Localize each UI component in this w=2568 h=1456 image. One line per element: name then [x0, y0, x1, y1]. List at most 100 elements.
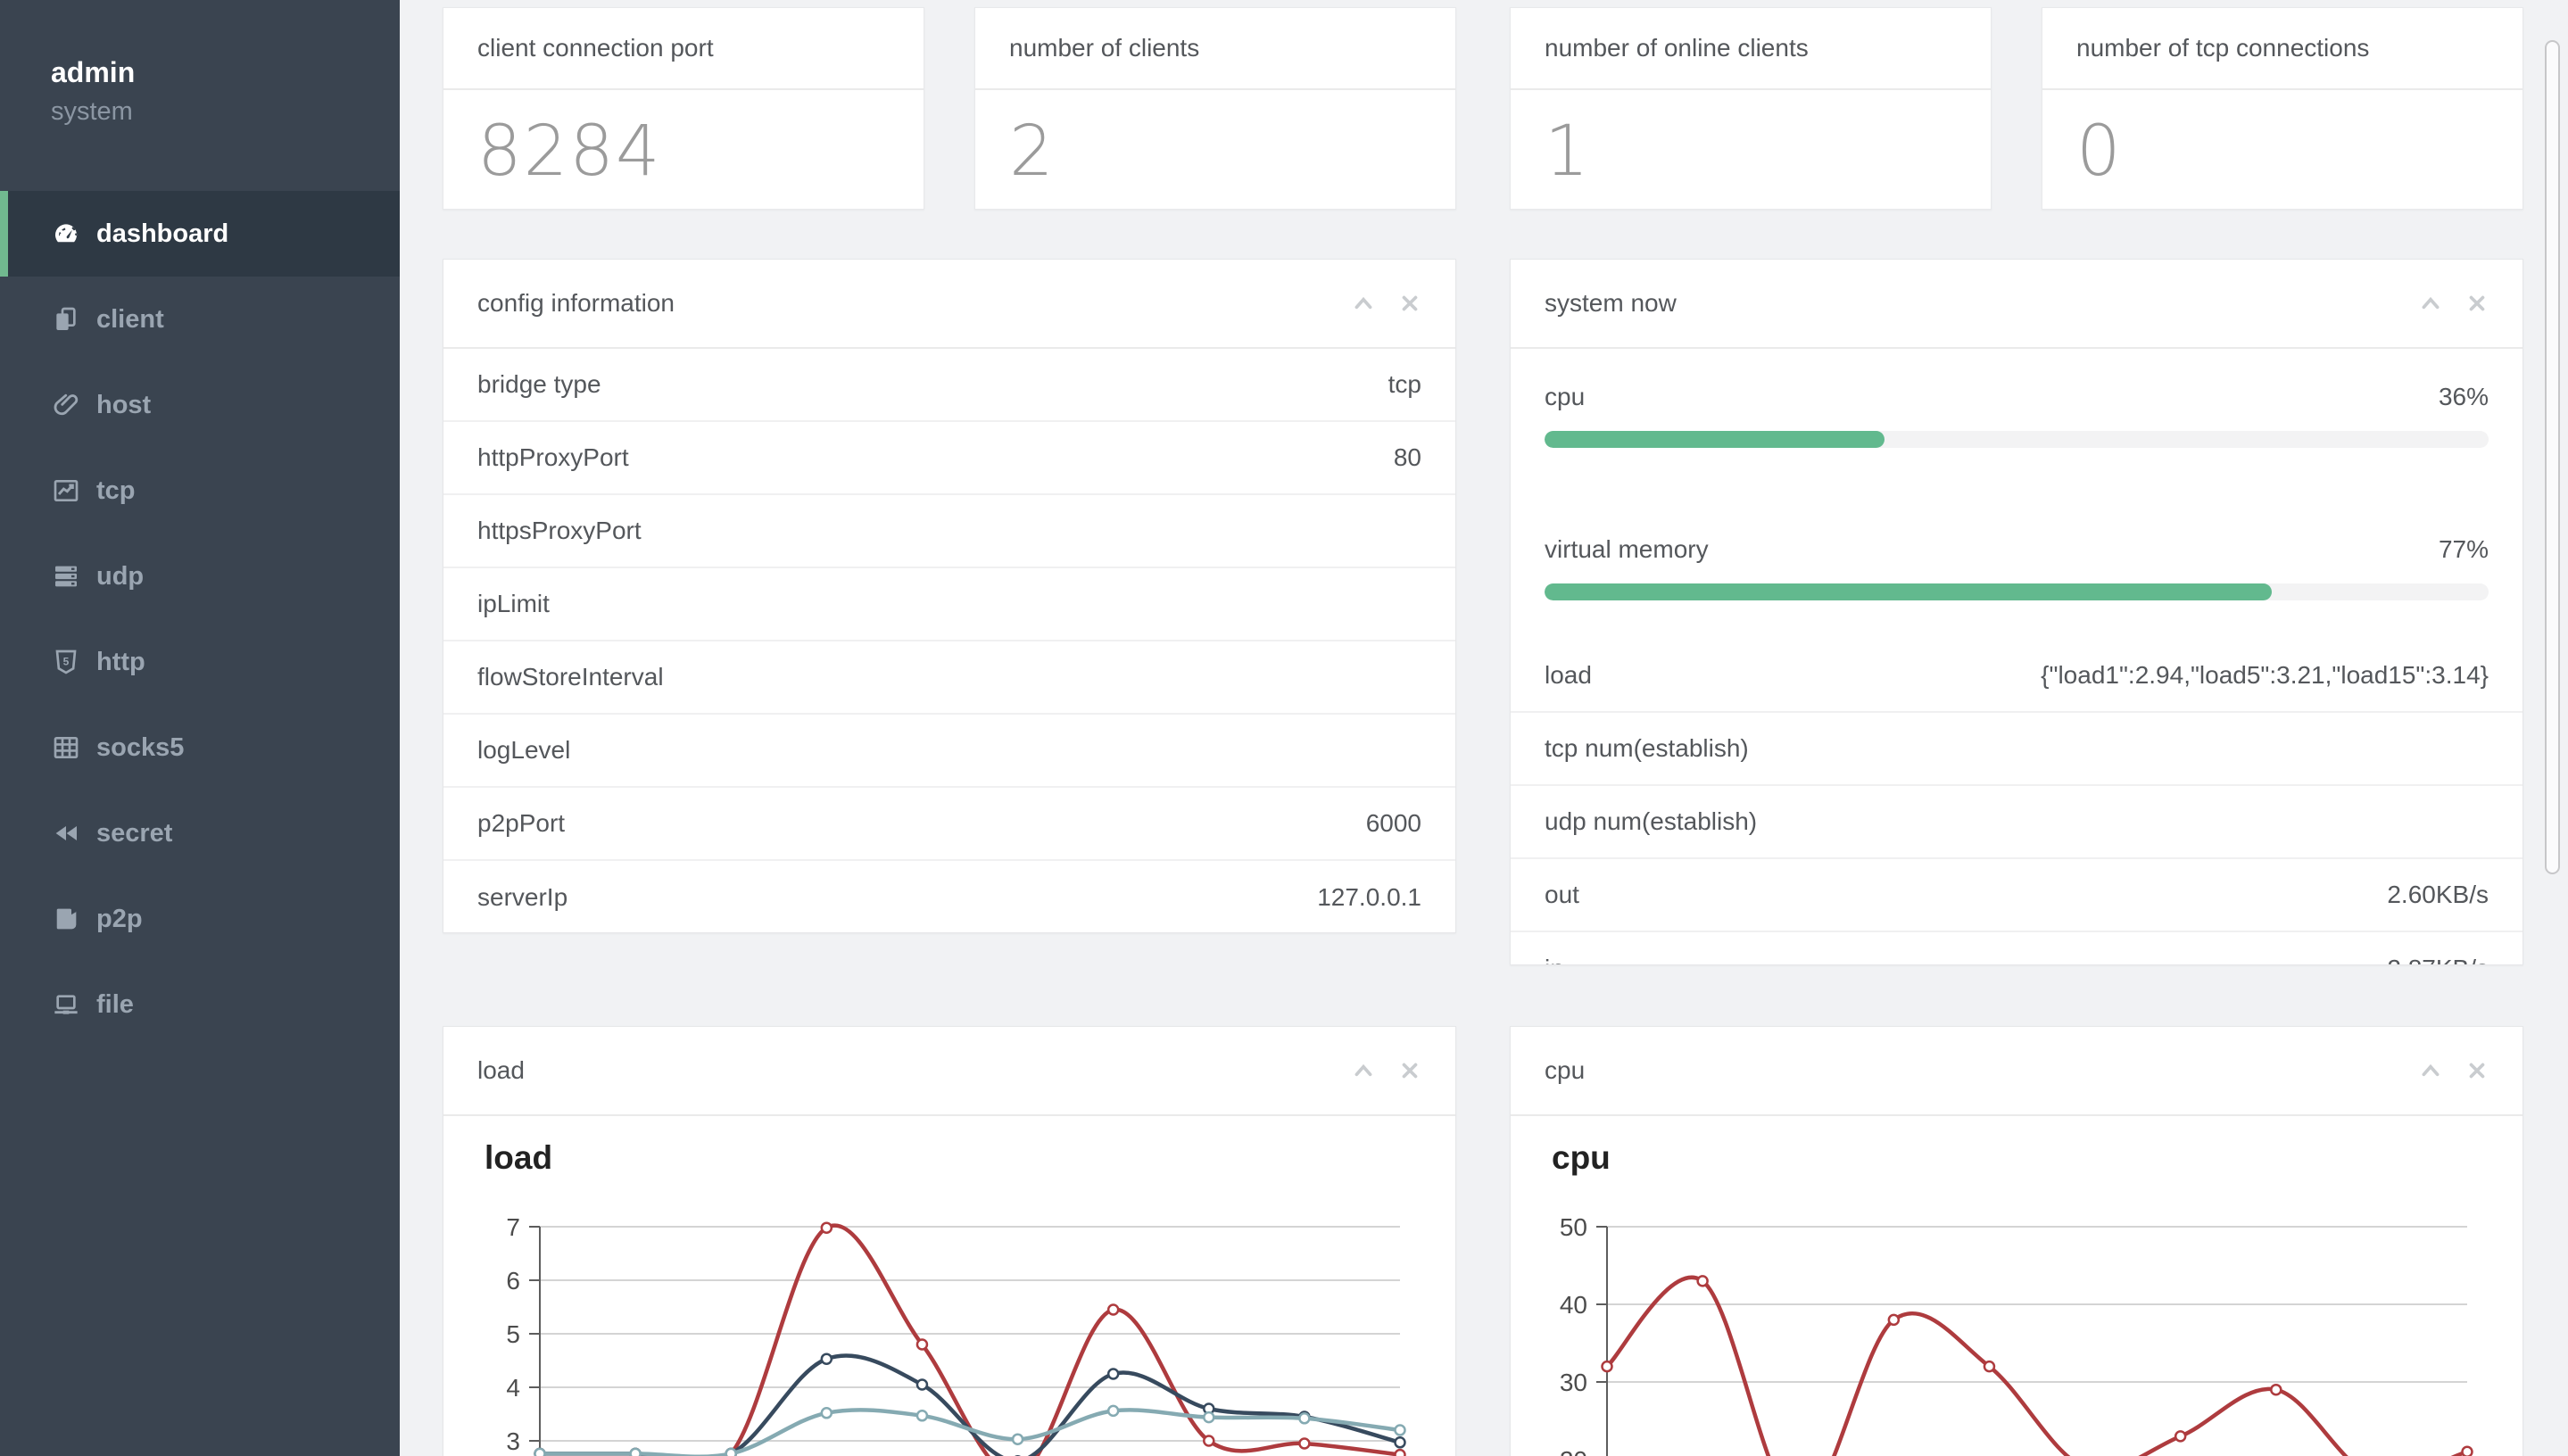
system-row-label: load [1545, 661, 1592, 689]
system-row-label: out [1545, 881, 1579, 908]
collapse-icon[interactable] [1352, 292, 1375, 315]
system-row: out 2.60KB/s [1511, 859, 2522, 932]
config-row: logLevel [443, 715, 1455, 788]
config-panel-title: config information [477, 289, 675, 317]
cpu-chart-body: cpu 50 40 30 20 [1511, 1116, 2522, 1456]
gauge-cpu: cpu 36% [1545, 376, 2489, 448]
config-row: serverIp 127.0.0.1 [443, 861, 1455, 932]
collapse-icon[interactable] [2419, 1059, 2442, 1082]
close-icon[interactable] [2465, 292, 2489, 315]
sidebar: admin system dashboard client host tcp udp 5 h… [0, 0, 400, 1456]
system-gauges: cpu 36% virtual memory 77% [1511, 349, 2522, 600]
config-row: bridge type tcp [443, 349, 1455, 422]
stat-card-title: number of online clients [1511, 8, 1991, 90]
sidebar-item-secret[interactable]: secret [0, 790, 400, 876]
stat-card-value: 1 [1545, 112, 1591, 192]
system-row-label: tcp num(establish) [1545, 734, 1749, 762]
system-panel-title: system now [1545, 289, 1677, 317]
sidebar-item-label: tcp [96, 476, 136, 505]
stat-card: number of tcp connections 0 [2042, 7, 2523, 210]
system-row: tcp num(establish) [1511, 713, 2522, 786]
cpu-panel-tools [2419, 1059, 2489, 1082]
sidebar-item-socks5[interactable]: socks5 [0, 705, 400, 790]
system-row-value: 2.87KB/s [2387, 955, 2489, 964]
sidebar-item-label: udp [96, 561, 145, 591]
config-row-value: 80 [1393, 443, 1421, 471]
svg-text:50: 50 [1560, 1213, 1587, 1241]
sidebar-item-tcp[interactable]: tcp [0, 448, 400, 534]
close-icon[interactable] [1398, 1059, 1421, 1082]
svg-text:20: 20 [1560, 1446, 1587, 1456]
svg-text:5: 5 [63, 655, 70, 667]
paperclip-icon [51, 390, 81, 420]
sidebar-menu: dashboard client host tcp udp 5 http socks5 secr… [0, 191, 400, 1047]
progress-bar-track [1545, 583, 2489, 600]
config-row: flowStoreInterval [443, 641, 1455, 715]
stat-card: number of online clients 1 [1510, 7, 1992, 210]
sidebar-item-label: host [96, 390, 152, 419]
close-icon[interactable] [2465, 1059, 2489, 1082]
gauge-label: cpu [1545, 383, 1586, 410]
config-row-value: tcp [1388, 370, 1421, 398]
stat-card-value: 8284 [477, 112, 662, 192]
svg-text:4: 4 [506, 1374, 520, 1402]
config-row-label: ipLimit [477, 590, 550, 617]
cpu-chart-title: cpu [1552, 1139, 1611, 1176]
server-icon [51, 561, 81, 592]
cpu-panel-header: cpu [1511, 1027, 2522, 1116]
stat-card-title: client connection port [443, 8, 924, 90]
config-panel-tools [1352, 292, 1421, 315]
user-name: admin [51, 56, 136, 88]
config-row-label: serverIp [477, 883, 568, 911]
dashboard-screen: admin system dashboard client host tcp udp 5 h… [0, 0, 2568, 1456]
system-row: udp num(establish) [1511, 786, 2522, 859]
main-content: client connection port 8284 number of clie… [400, 0, 2568, 1456]
config-row-value: 6000 [1365, 809, 1421, 837]
cpu-line-chart: 50 40 30 20 [1560, 1213, 2473, 1456]
sidebar-item-udp[interactable]: udp [0, 534, 400, 619]
svg-text:7: 7 [506, 1213, 520, 1241]
sidebar-item-label: client [96, 304, 164, 334]
laptop-icon [51, 989, 81, 1020]
vertical-scrollbar[interactable] [2545, 40, 2560, 874]
sidebar-item-label: file [96, 989, 134, 1019]
stat-card: number of clients 2 [974, 7, 1456, 210]
sidebar-item-p2p[interactable]: p2p [0, 876, 400, 962]
load-line-chart: 7 6 5 4 3 [506, 1213, 1406, 1456]
config-rows: bridge type tcp httpProxyPort 80 httpsProxyP… [443, 349, 1455, 932]
sidebar-item-label: http [96, 647, 145, 676]
html5-icon: 5 [51, 647, 81, 677]
svg-text:6: 6 [506, 1267, 520, 1295]
cpu-chart-panel: cpu cpu 50 40 30 20 [1510, 1026, 2523, 1456]
left-column: client connection port 8284 number of clie… [443, 7, 1456, 1456]
stat-card-value: 0 [2076, 112, 2123, 192]
sidebar-item-file[interactable]: file [0, 962, 400, 1047]
collapse-icon[interactable] [2419, 292, 2442, 315]
gauge-percent: 36% [2438, 383, 2489, 410]
system-row-value: 2.60KB/s [2387, 881, 2489, 908]
cpu-panel-title: cpu [1545, 1056, 1586, 1084]
load-chart-title: load [485, 1139, 553, 1176]
sidebar-item-http[interactable]: 5 http [0, 619, 400, 705]
load-panel-tools [1352, 1059, 1421, 1082]
sidebar-item-label: dashboard [96, 219, 229, 248]
sidebar-item-client[interactable]: client [0, 277, 400, 362]
copy-icon [51, 304, 81, 335]
system-row: load {"load1":2.94,"load5":3.21,"load15":… [1511, 640, 2522, 713]
svg-text:40: 40 [1560, 1291, 1587, 1319]
close-icon[interactable] [1398, 292, 1421, 315]
gauge-label: virtual memory [1545, 535, 1709, 563]
stat-cards-left: client connection port 8284 number of clie… [443, 7, 1456, 210]
config-row-label: logLevel [477, 736, 571, 764]
config-row-label: p2pPort [477, 809, 566, 837]
load-panel-title: load [477, 1056, 525, 1084]
system-row-label: udp num(establish) [1545, 807, 1758, 835]
sidebar-item-host[interactable]: host [0, 362, 400, 448]
config-row-label: flowStoreInterval [477, 663, 664, 691]
table-icon [51, 732, 81, 763]
p2p-icon [51, 904, 81, 934]
sidebar-item-dashboard[interactable]: dashboard [0, 191, 400, 277]
backward-icon [51, 818, 81, 848]
system-row-value: {"load1":2.94,"load5":3.21,"load15":3.14… [2041, 661, 2489, 689]
collapse-icon[interactable] [1352, 1059, 1375, 1082]
